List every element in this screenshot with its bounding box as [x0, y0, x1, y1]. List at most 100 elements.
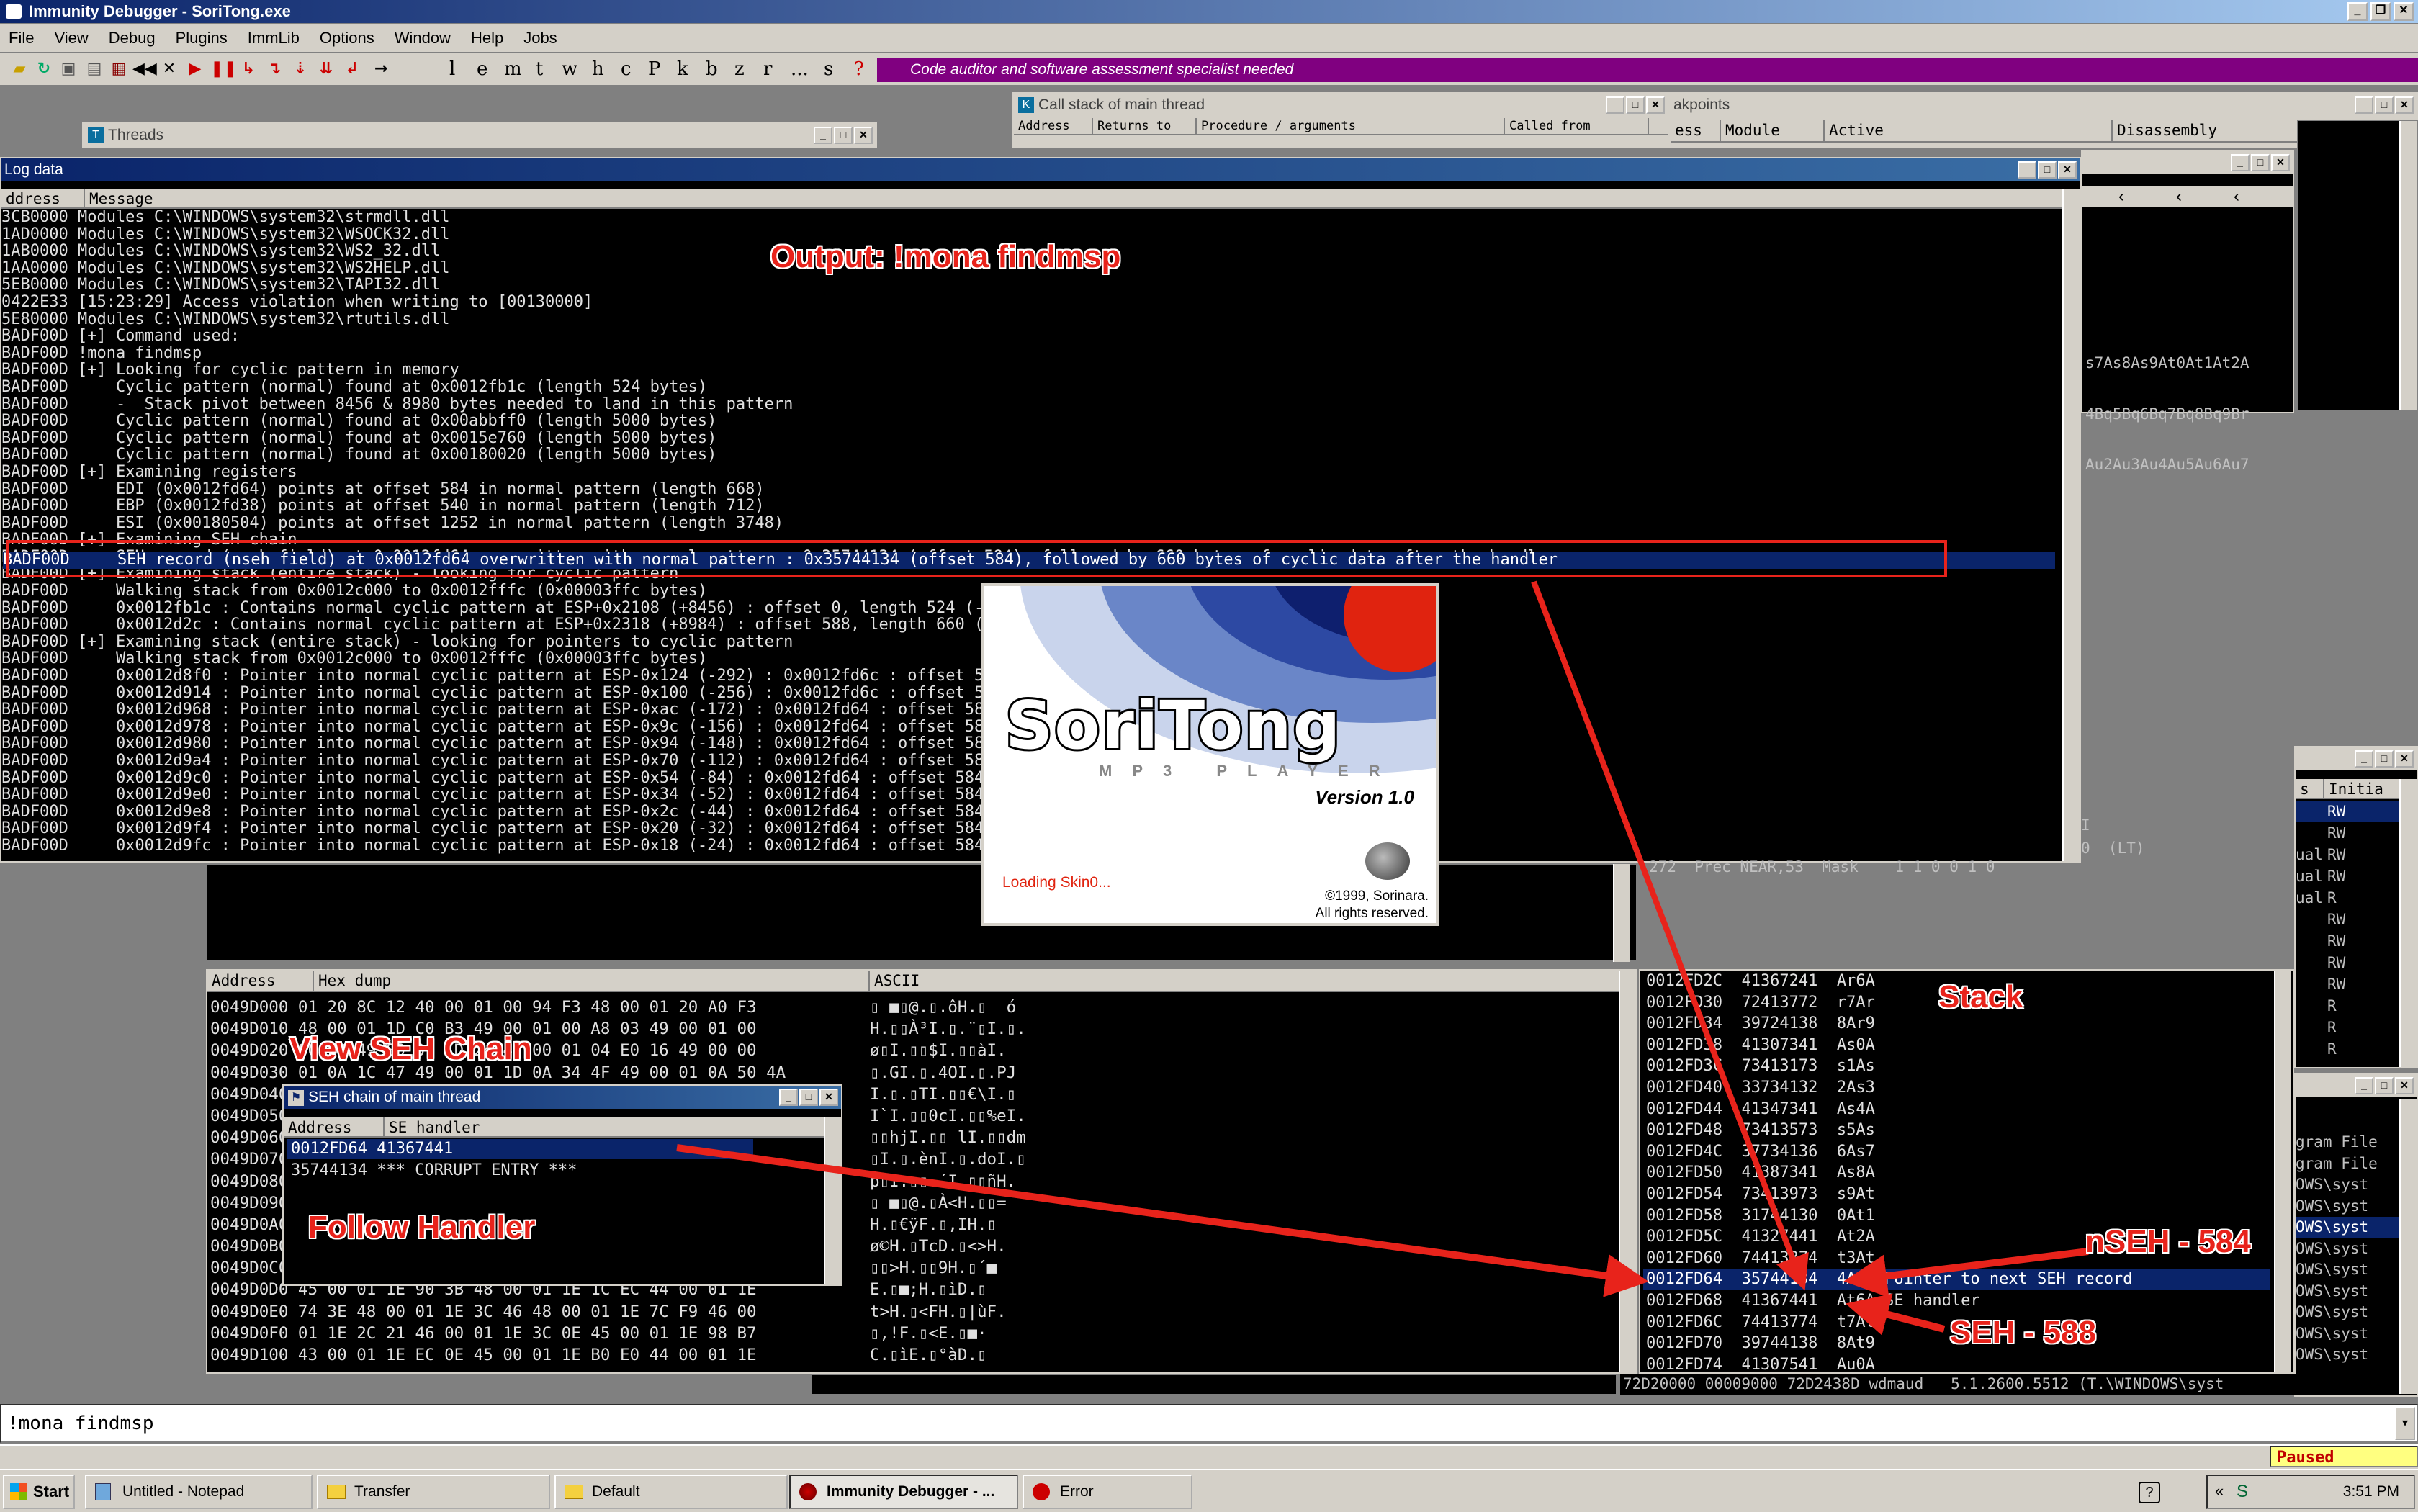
- module-row[interactable]: OWS\syst: [2296, 1281, 2399, 1302]
- modules-min-button[interactable]: _: [2355, 1077, 2373, 1094]
- menu-plugins[interactable]: Plugins: [176, 24, 228, 52]
- memory-col-s[interactable]: s: [2296, 779, 2324, 798]
- stack-row[interactable]: 0012FD54 73413973 s9At: [1643, 1184, 2270, 1205]
- memory-row[interactable]: RW: [2296, 909, 2399, 930]
- breakpoints-col-module[interactable]: Module: [1721, 120, 1825, 141]
- log-line[interactable]: BADF00D EDI (0x0012fd64) points at offse…: [1, 480, 2061, 498]
- log-line[interactable]: 0422E33 [15:23:29] Access violation when…: [1, 294, 2061, 311]
- help-icon[interactable]: ?: [2139, 1482, 2160, 1503]
- breakpoints-close-button[interactable]: ✕: [2395, 96, 2414, 114]
- log-close-button[interactable]: ✕: [2058, 161, 2077, 179]
- stack-row[interactable]: 0012FD3C 73413173 s1As: [1643, 1056, 2270, 1077]
- stack-row[interactable]: 0012FD50 41387341 As8A: [1643, 1162, 2270, 1184]
- module-row[interactable]: OWS\syst: [2296, 1196, 2399, 1218]
- menu-file[interactable]: File: [9, 24, 34, 52]
- stack-row[interactable]: 0012FD48 73413573 s5As: [1643, 1120, 2270, 1141]
- dump-row[interactable]: 0049D0E0 74 3E 48 00 01 1E 3C 46 48 00 0…: [210, 1301, 858, 1323]
- breakpoints-col-address[interactable]: ess: [1671, 120, 1721, 141]
- seh-col-address[interactable]: Address: [284, 1117, 385, 1136]
- log-line[interactable]: BADF00D !mona findmsp: [1, 345, 2061, 362]
- module-row[interactable]: gram File: [2296, 1153, 2399, 1175]
- log-line[interactable]: BADF00D Cyclic pattern (normal) found at…: [1, 430, 2061, 447]
- seh-max-button[interactable]: □: [799, 1089, 818, 1106]
- seh-chain-titlebar[interactable]: ⚑ SEH chain of main thread _ □ ✕: [284, 1086, 841, 1109]
- dump-row[interactable]: 0049D100 43 00 01 1E EC 0E 45 00 01 1E B…: [210, 1344, 858, 1366]
- log-line[interactable]: 5E80000 Modules C:\WINDOWS\system32\rtut…: [1, 310, 2061, 328]
- toolbar-k[interactable]: k: [677, 58, 688, 81]
- dump-col-ascii[interactable]: ASCII: [870, 971, 1590, 991]
- restore-button[interactable]: ❐: [2370, 2, 2391, 21]
- memory-row[interactable]: R: [2296, 1038, 2399, 1060]
- memory-row[interactable]: RW: [2296, 801, 2399, 822]
- task-default[interactable]: Default: [554, 1475, 788, 1509]
- toolbar-c[interactable]: c: [621, 58, 632, 81]
- module-row[interactable]: OWS\syst: [2296, 1259, 2399, 1281]
- memory-close-button[interactable]: ✕: [2395, 750, 2414, 768]
- log-min-button[interactable]: _: [2018, 161, 2036, 179]
- dump-row[interactable]: 0049D0F0 01 1E 2C 21 46 00 01 1E 3C 0E 4…: [210, 1323, 858, 1344]
- menu-immlib[interactable]: ImmLib: [248, 24, 300, 52]
- stack-scrollbar[interactable]: [2274, 971, 2291, 1372]
- stack-row[interactable]: 0012FD44 41347341 As4A: [1643, 1099, 2270, 1120]
- memory-row[interactable]: RW: [2296, 973, 2399, 995]
- stack-row[interactable]: 0012FD34 39724138 8Ar9: [1643, 1013, 2270, 1035]
- memory-col-initial[interactable]: Initia: [2324, 779, 2396, 798]
- memory-row[interactable]: RW: [2296, 930, 2399, 952]
- goto-icon[interactable]: →: [370, 58, 392, 81]
- cpu-side-close-button[interactable]: ✕: [2271, 154, 2290, 171]
- task-transfer[interactable]: Transfer: [317, 1475, 550, 1509]
- breakpoints-max-button[interactable]: □: [2375, 96, 2394, 114]
- task-notepad[interactable]: Untitled - Notepad: [85, 1475, 313, 1509]
- tray-app-icon[interactable]: S: [2237, 1482, 2248, 1502]
- disasm-scrollbar[interactable]: [1613, 864, 1630, 962]
- log-line[interactable]: BADF00D - Stack pivot between 8456 & 898…: [1, 395, 2061, 413]
- log-col-address[interactable]: ddress: [1, 189, 85, 207]
- rewind-icon[interactable]: ◀◀: [132, 58, 157, 81]
- execute-till-return-icon[interactable]: ↲: [341, 58, 363, 81]
- start-button[interactable]: Start: [3, 1475, 75, 1509]
- step-into-icon[interactable]: ↳: [238, 58, 259, 81]
- run-icon[interactable]: ▶: [184, 58, 206, 81]
- menu-options[interactable]: Options: [320, 24, 374, 52]
- seh-row[interactable]: 35744134 *** CORRUPT ENTRY ***: [287, 1161, 791, 1181]
- stack-row[interactable]: 0012FD68 41367441 At6A SE handler: [1643, 1290, 2270, 1312]
- breakpoints-col-active[interactable]: Active: [1825, 120, 2113, 141]
- memory-row[interactable]: RW: [2296, 952, 2399, 973]
- memory-max-button[interactable]: □: [2375, 750, 2394, 768]
- toolbar-m[interactable]: m: [504, 58, 522, 81]
- stop-icon[interactable]: ✕: [158, 58, 180, 81]
- menu-window[interactable]: Window: [395, 24, 451, 52]
- breakpoints-titlebar[interactable]: akpoints _ □ ✕: [1671, 94, 2417, 117]
- right-panel-scrollbar[interactable]: [2399, 121, 2417, 410]
- breakpoints-min-button[interactable]: _: [2355, 96, 2373, 114]
- memory-map-titlebar[interactable]: _ □ ✕: [2296, 747, 2417, 770]
- toolbar-help[interactable]: ?: [854, 58, 864, 81]
- tray-expand-icon[interactable]: «: [2215, 1482, 2224, 1500]
- toolbar-w[interactable]: w: [562, 58, 577, 81]
- command-dropdown-icon[interactable]: ▾: [2395, 1407, 2415, 1440]
- command-input[interactable]: !mona findmsp: [0, 1404, 2418, 1443]
- toolbar-p[interactable]: P: [648, 58, 661, 81]
- module-row[interactable]: OWS\syst: [2296, 1174, 2399, 1196]
- threads-max-button[interactable]: □: [834, 127, 853, 144]
- callstack-col-called[interactable]: Called from: [1505, 118, 1649, 134]
- cpu-side-titlebar[interactable]: _ □ ✕: [2082, 151, 2293, 174]
- toolbar-t[interactable]: t: [536, 58, 543, 81]
- module-row[interactable]: OWS\syst: [2296, 1302, 2399, 1323]
- module-row[interactable]: OWS\syst: [2296, 1344, 2399, 1366]
- modules-max-button[interactable]: □: [2375, 1077, 2394, 1094]
- stack-row[interactable]: 0012FD58 31744130 0At1: [1643, 1205, 2270, 1227]
- memory-row[interactable]: ual RW: [2296, 844, 2399, 865]
- dump-row[interactable]: 0049D000 01 20 8C 12 40 00 01 00 94 F3 4…: [210, 996, 858, 1018]
- stack-row[interactable]: 0012FD40 33734132 2As3: [1643, 1077, 2270, 1099]
- log-max-button[interactable]: □: [2038, 161, 2057, 179]
- modules-close-button[interactable]: ✕: [2395, 1077, 2414, 1094]
- log-titlebar[interactable]: Log data _ □ ✕: [1, 158, 2080, 181]
- dump-scrollbar[interactable]: [1619, 971, 1636, 1372]
- toolbar-z[interactable]: z: [734, 58, 745, 81]
- task-error[interactable]: Error: [1023, 1475, 1192, 1509]
- menu-debug[interactable]: Debug: [109, 24, 156, 52]
- callstack-col-procedure[interactable]: Procedure / arguments: [1197, 118, 1505, 134]
- log-line[interactable]: 3CB0000 Modules C:\WINDOWS\system32\strm…: [1, 209, 2061, 226]
- memory-scrollbar[interactable]: [2399, 779, 2417, 1067]
